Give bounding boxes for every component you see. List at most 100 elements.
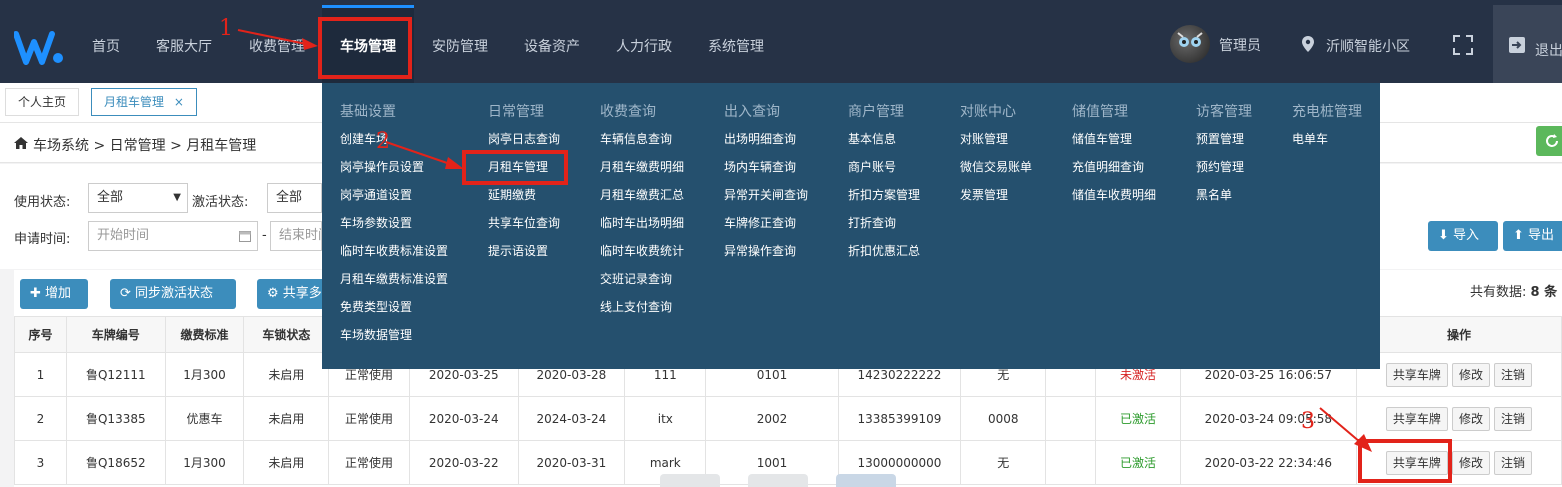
menu-item[interactable]: 车场参数设置 [340, 214, 412, 231]
location-name[interactable]: 沂顺智能小区 [1326, 36, 1410, 56]
menu-group-title: 对账中心 [960, 104, 1016, 120]
menu-item[interactable]: 储值车收费明细 [1072, 186, 1156, 203]
table-cell: 2020-03-22 [408, 440, 519, 485]
menu-item[interactable]: 车牌修正查询 [724, 214, 796, 231]
menu-group-title: 访客管理 [1196, 104, 1252, 120]
table-cell: 2024-03-24 [517, 396, 626, 441]
menu-item[interactable]: 对账管理 [960, 130, 1008, 147]
menu-item[interactable]: 月租车缴费明细 [600, 158, 684, 175]
table-cell: 13385399109 [837, 396, 962, 441]
menu-item[interactable]: 微信交易账单 [960, 158, 1032, 175]
menu-item[interactable]: 交班记录查询 [600, 270, 672, 287]
menu-item[interactable]: 充值明细查询 [1072, 158, 1144, 175]
menu-item[interactable]: 线上支付查询 [600, 298, 672, 315]
nav-home[interactable]: 首页 [92, 36, 120, 56]
menu-item[interactable]: 商户账号 [848, 158, 896, 175]
menu-item[interactable]: 基本信息 [848, 130, 896, 147]
menu-item[interactable]: 延期缴费 [488, 186, 536, 203]
table-cell: 3 [14, 440, 67, 485]
menu-item[interactable]: 车场数据管理 [340, 326, 412, 343]
tab-home-label: 个人主页 [18, 95, 67, 109]
user-name[interactable]: 管理员 [1219, 35, 1261, 55]
menu-item[interactable]: 临时车收费统计 [600, 242, 684, 259]
end-date-input[interactable]: 结束时间 [270, 221, 322, 251]
menu-group-title: 商户管理 [848, 104, 904, 120]
status-select[interactable]: 全部 ▼ [88, 183, 188, 213]
tab-home[interactable]: 个人主页 [5, 88, 80, 116]
col-header[interactable]: 车牌编号 [66, 316, 166, 353]
menu-item[interactable]: 黑名单 [1196, 186, 1232, 203]
menu-item[interactable]: 预置管理 [1196, 130, 1244, 147]
menu-group-title: 充电桩管理 [1292, 104, 1362, 120]
import-label: 导入 [1453, 228, 1480, 243]
sync-label: 同步激活状态 [135, 286, 214, 301]
menu-item[interactable]: 岗亭通道设置 [340, 186, 412, 203]
avatar[interactable] [1170, 25, 1210, 63]
menu-item[interactable]: 车辆信息查询 [600, 130, 672, 147]
activate-select[interactable]: 全部 [267, 183, 322, 213]
import-button[interactable]: ⬇ 导入 [1428, 221, 1498, 251]
share-plate-button[interactable]: 共享车牌 [1385, 362, 1448, 387]
menu-item[interactable]: 折扣方案管理 [848, 186, 920, 203]
fullscreen-icon[interactable] [1453, 35, 1473, 55]
table-cell: 已激活 [1095, 396, 1181, 441]
share-button[interactable]: ⚙ 共享多 [257, 279, 327, 309]
status-label: 使用状态: [14, 195, 71, 210]
logout-label: 退出 [1535, 43, 1562, 59]
activate-label: 激活状态: [192, 195, 249, 210]
nav-security-mgmt[interactable]: 安防管理 [432, 36, 488, 56]
export-button[interactable]: ⬆ 导出 [1503, 221, 1562, 251]
sync-activation-button[interactable]: ⟳ 同步激活状态 [110, 279, 236, 309]
menu-item[interactable]: 储值车管理 [1072, 130, 1132, 147]
menu-item[interactable]: 岗亭日志查询 [488, 130, 560, 147]
tab-close-icon[interactable]: × [174, 95, 184, 109]
refresh-button[interactable] [1536, 126, 1562, 156]
export-label: 导出 [1528, 228, 1555, 243]
menu-item[interactable]: 电单车 [1292, 130, 1328, 147]
sync-icon: ⟳ [120, 286, 131, 301]
menu-item[interactable]: 异常开关闸查询 [724, 186, 808, 203]
logout-button[interactable]: 退出 [1493, 5, 1562, 83]
nav-service-hall[interactable]: 客服大厅 [156, 36, 212, 56]
add-button[interactable]: ✚ 增加 [20, 279, 88, 309]
cancel-button[interactable]: 注销 [1493, 362, 1532, 387]
tab-monthly-car[interactable]: 月租车管理 × [91, 88, 197, 116]
menu-item[interactable]: 出场明细查询 [724, 130, 796, 147]
menu-item[interactable]: 预约管理 [1196, 158, 1244, 175]
menu-item[interactable]: 月租车缴费标准设置 [340, 270, 448, 287]
breadcrumb-path: 车场系统 > 日常管理 > 月租车管理 [33, 138, 257, 154]
menu-item[interactable]: 临时车出场明细 [600, 214, 684, 231]
table-cell: 鲁Q12111 [66, 352, 166, 397]
cancel-button[interactable]: 注销 [1493, 450, 1532, 475]
nav-system-mgmt[interactable]: 系统管理 [708, 36, 764, 56]
menu-item[interactable]: 发票管理 [960, 186, 1008, 203]
menu-item[interactable]: 月租车缴费汇总 [600, 186, 684, 203]
logout-icon [1509, 37, 1525, 53]
menu-item[interactable]: 场内车辆查询 [724, 158, 796, 175]
edit-button[interactable]: 修改 [1451, 362, 1490, 387]
col-header[interactable]: 缴费标准 [164, 316, 245, 353]
top-navbar: 首页 客服大厅 收费管理 车场管理 安防管理 设备资产 人力行政 系统管理 管理… [0, 0, 1562, 83]
menu-item[interactable]: 异常操作查询 [724, 242, 796, 259]
menu-item[interactable]: 共享车位查询 [488, 214, 560, 231]
app-logo[interactable] [14, 28, 66, 68]
annotation-number-3: 3 [1301, 409, 1315, 434]
status-select-value: 全部 [97, 190, 124, 205]
parking-mega-menu: 基础设置 创建车场 岗亭操作员设置 岗亭通道设置 车场参数设置 临时车收费标准设置 月租车缴… [322, 83, 1380, 369]
start-date-input[interactable]: 开始时间 [88, 221, 258, 251]
share-plate-button[interactable]: 共享车牌 [1385, 406, 1448, 431]
edit-button[interactable]: 修改 [1451, 450, 1490, 475]
export-icon: ⬆ [1513, 228, 1524, 243]
table-cell: 无 [960, 440, 1047, 485]
menu-item[interactable]: 提示语设置 [488, 242, 548, 259]
cancel-button[interactable]: 注销 [1493, 406, 1532, 431]
menu-item[interactable]: 免费类型设置 [340, 298, 412, 315]
menu-item[interactable]: 临时车收费标准设置 [340, 242, 448, 259]
col-header[interactable]: 车锁状态 [243, 316, 330, 353]
menu-item[interactable]: 折扣优惠汇总 [848, 242, 920, 259]
menu-item[interactable]: 打折查询 [848, 214, 896, 231]
edit-button[interactable]: 修改 [1451, 406, 1490, 431]
nav-device-assets[interactable]: 设备资产 [524, 36, 580, 56]
col-header[interactable]: 序号 [14, 316, 67, 353]
nav-hr-admin[interactable]: 人力行政 [616, 36, 672, 56]
